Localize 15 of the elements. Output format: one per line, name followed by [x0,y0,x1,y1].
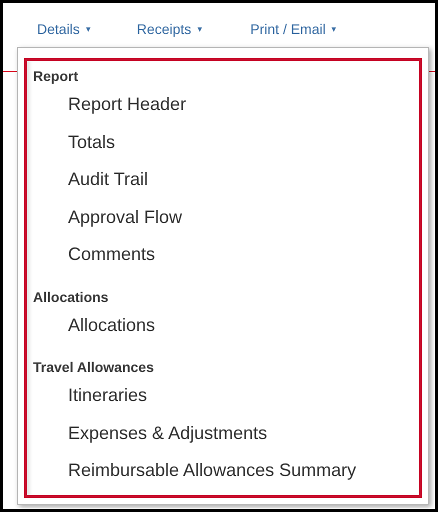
menu-item[interactable]: Audit Trail [33,162,419,200]
menu-item[interactable]: Comments [33,237,419,274]
menu-item[interactable]: Reimbursable Allowances Summary [33,453,419,490]
menu-item[interactable]: Report Header [33,87,419,124]
menu-tab[interactable]: Details $^{▾}$ [33,19,95,39]
menu-item[interactable]: Expenses & Adjustments [33,416,419,453]
section-heading: Travel Allowances [33,358,155,377]
section-heading: Allocations [33,288,110,306]
menu-item[interactable]: Allocations [33,308,419,345]
menu-item[interactable]: Totals [33,124,419,162]
menu-tab[interactable]: Print / Email $^{▾}$ [246,19,341,39]
menu-item[interactable]: Itineraries [33,378,419,416]
menu-item[interactable]: Approval Flow [33,200,419,237]
menu-tab[interactable]: Receipts $^{▾}$ [132,19,206,39]
section-heading: Report [33,67,80,86]
